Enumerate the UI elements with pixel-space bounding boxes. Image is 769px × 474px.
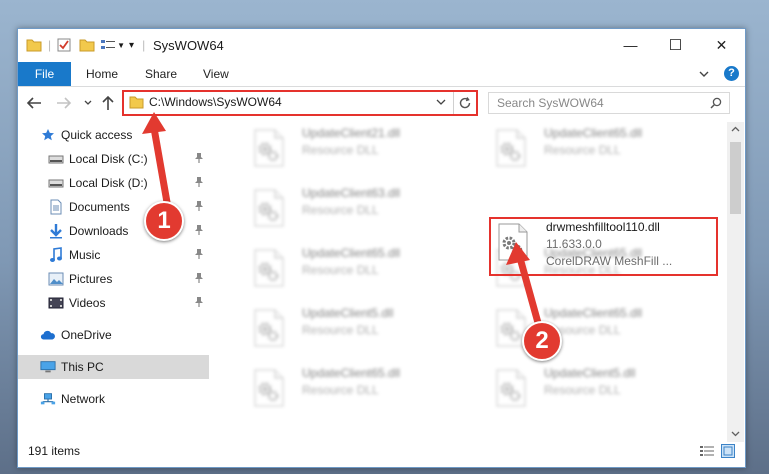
step-badge-2: 2: [522, 321, 562, 361]
arrow-head-1: [142, 112, 166, 134]
step-badge-1: 1: [144, 201, 184, 241]
annotation-arrows: [142, 112, 544, 331]
arrow-head-2: [506, 242, 530, 265]
